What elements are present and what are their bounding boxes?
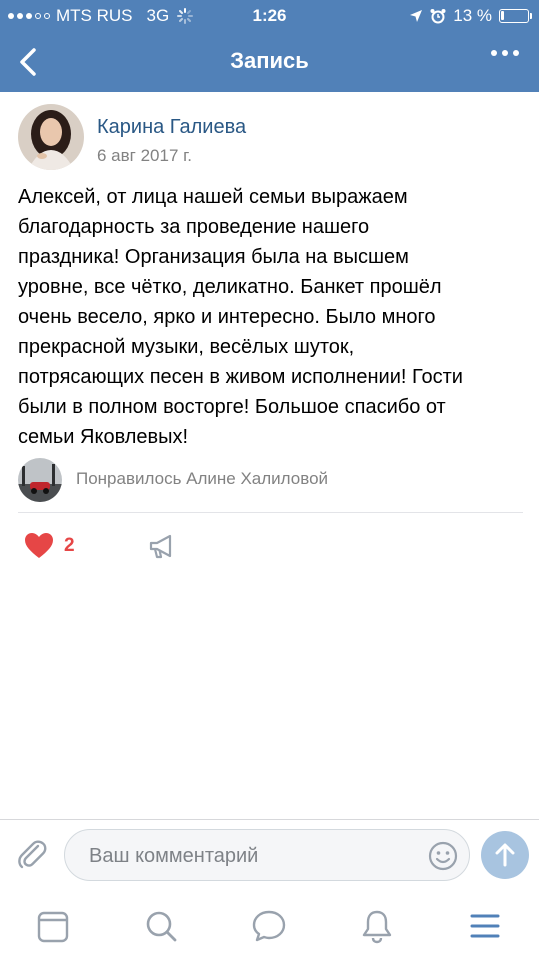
battery-percent: 13 % xyxy=(453,6,492,25)
more-dots-icon[interactable] xyxy=(491,50,519,56)
status-bar: MTS RUS 3G 1:26 13 % xyxy=(0,0,539,32)
tab-news[interactable] xyxy=(31,904,75,948)
navigation-bar: Запись xyxy=(0,32,539,92)
post-text-line: Алексей, от лица нашей семьи выражаем xyxy=(18,186,408,208)
send-button[interactable] xyxy=(481,831,529,879)
tab-menu[interactable] xyxy=(463,904,507,948)
tab-messages[interactable] xyxy=(247,904,291,948)
share-button[interactable] xyxy=(146,530,178,562)
tab-notifications[interactable] xyxy=(355,904,399,948)
post-text-line: потрясающих песен в живом исполнении! Го… xyxy=(18,366,463,388)
arrow-up-icon xyxy=(495,843,515,867)
battery-icon xyxy=(499,9,532,23)
post-text-line: очень весело, ярко и интересно. Было мно… xyxy=(18,306,436,328)
tab-search[interactable] xyxy=(139,904,183,948)
tab-bar xyxy=(0,894,539,960)
alarm-clock-icon xyxy=(430,9,446,24)
post-text-line: праздника! Организация была на высшем xyxy=(18,246,409,268)
author-name[interactable]: Карина Галиева xyxy=(97,116,246,139)
like-count: 2 xyxy=(64,535,75,556)
attach-button[interactable] xyxy=(14,836,50,872)
post-actions: 2 xyxy=(18,526,523,566)
post-date: 6 авг 2017 г. xyxy=(97,146,192,165)
post-text-line: семьи Яковлевых! xyxy=(18,426,189,448)
liked-by-row[interactable]: Понравилось Алине Халиловой xyxy=(18,458,523,502)
news-icon xyxy=(37,911,69,943)
divider xyxy=(18,512,523,513)
post-text-line: прекрасной музыки, весёлых шуток, xyxy=(18,336,355,358)
liked-by-text: Понравилось Алине Халиловой xyxy=(76,469,329,488)
top-bar: MTS RUS 3G 1:26 13 % Запись xyxy=(0,0,539,92)
heart-icon xyxy=(25,533,53,558)
messages-icon xyxy=(252,910,286,942)
location-arrow-icon xyxy=(410,10,423,22)
post-text-line: благодарность за проведение нашего xyxy=(18,216,370,238)
post-text-line: были в полном восторге! Большое спасибо … xyxy=(18,396,446,418)
author-avatar[interactable] xyxy=(18,104,84,170)
liker-avatar xyxy=(18,458,62,502)
comment-input[interactable]: Ваш комментарий xyxy=(64,829,470,881)
emoji-icon[interactable] xyxy=(427,840,459,872)
megaphone-icon xyxy=(149,534,172,559)
composer-divider xyxy=(0,819,539,820)
status-right: 13 % xyxy=(409,6,532,26)
post-header: Карина Галиева 6 авг 2017 г. xyxy=(18,104,528,174)
like-button[interactable] xyxy=(24,532,54,559)
menu-icon xyxy=(470,914,500,938)
post-text-line: уровне, все чётко, деликатно. Банкет про… xyxy=(18,276,442,298)
page-title: Запись xyxy=(230,48,309,73)
paperclip-icon xyxy=(18,840,47,869)
post-text: Алексей, от лица нашей семьи выражаем бл… xyxy=(18,182,523,452)
notifications-icon xyxy=(362,910,392,944)
search-icon xyxy=(146,911,177,942)
comment-placeholder: Ваш комментарий xyxy=(89,845,259,867)
